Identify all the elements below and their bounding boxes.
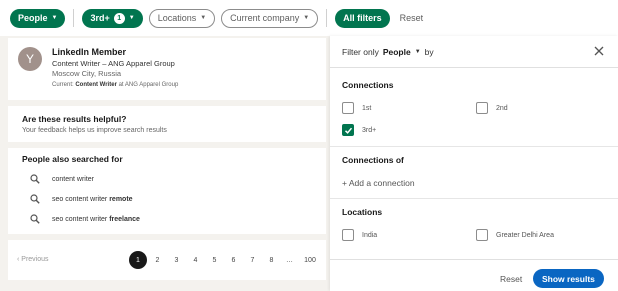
related-search-prefix: seo content writer: [52, 195, 110, 203]
location-option-india[interactable]: India: [342, 229, 377, 241]
connections-filter-pill[interactable]: 3rd+ 1 ▼: [82, 8, 143, 28]
connections-section-title: Connections: [342, 80, 394, 90]
people-also-searched-card: People also searched for content writer …: [8, 148, 326, 234]
checkbox-label: Greater Delhi Area: [496, 231, 554, 239]
page-number[interactable]: 6: [224, 251, 243, 269]
feedback-card: Are these results helpful? Your feedback…: [8, 106, 326, 142]
checkbox-label: 2nd: [496, 104, 508, 112]
filter-only-row: Filter only People ▼ by: [342, 47, 434, 57]
member-location: Moscow City, Russia: [52, 69, 122, 78]
page-number[interactable]: 5: [205, 251, 224, 269]
locations-section-title: Locations: [342, 207, 383, 217]
location-option-greater-delhi[interactable]: Greater Delhi Area: [476, 229, 554, 241]
pagination: ‹ Previous 1 2 3 4 5 6 7 8 … 100: [8, 240, 326, 280]
previous-label: Previous: [21, 256, 49, 263]
filter-type-select[interactable]: People: [383, 47, 411, 57]
connection-option-2nd[interactable]: 2nd: [476, 102, 508, 114]
people-filter-label: People: [18, 13, 48, 23]
current-suffix: at ANG Apparel Group: [116, 82, 179, 88]
show-results-button[interactable]: Show results: [533, 269, 604, 288]
search-icon: [30, 214, 40, 224]
checkbox[interactable]: [342, 102, 354, 114]
current-role: Content Writer: [75, 82, 117, 88]
related-search-text: seo content writer freelance: [52, 216, 140, 223]
filter-by-label: by: [424, 47, 434, 57]
filter-divider: [73, 9, 75, 27]
current-company-filter-pill[interactable]: Current company ▼: [221, 8, 319, 28]
locations-filter-pill[interactable]: Locations ▼: [148, 8, 216, 28]
all-filters-panel: Filter only People ▼ by Connections 1st …: [330, 36, 618, 291]
feedback-subtitle: Your feedback helps us improve search re…: [22, 127, 167, 134]
page-number-current[interactable]: 1: [129, 251, 147, 269]
checkbox[interactable]: [476, 229, 488, 241]
search-filter-bar: People ▼ 3rd+ 1 ▼ Locations ▼ Current co…: [0, 0, 618, 36]
connection-option-3rd[interactable]: 3rd+: [342, 124, 376, 136]
reset-button[interactable]: Reset: [500, 274, 522, 284]
checkbox-label: India: [362, 231, 378, 239]
related-search-text: seo content writer remote: [52, 196, 133, 203]
section-divider: [330, 198, 618, 199]
related-search-bold: remote: [109, 195, 133, 203]
checkbox[interactable]: [342, 229, 354, 241]
caret-down-icon: ▼: [200, 15, 207, 21]
add-connection-button[interactable]: + Add a connection: [342, 178, 415, 188]
page-number[interactable]: 8: [262, 251, 281, 269]
page-number[interactable]: 3: [167, 251, 186, 269]
member-current-position: Current: Content Writer at ANG Apparel G…: [52, 82, 178, 88]
member-name[interactable]: LinkedIn Member: [52, 47, 126, 57]
checkmark-icon: [344, 127, 352, 134]
page-number[interactable]: 2: [148, 251, 167, 269]
related-search-prefix: content writer: [52, 175, 95, 183]
related-search-item[interactable]: seo content writer freelance: [30, 214, 140, 224]
reset-filters-button[interactable]: Reset: [396, 13, 428, 23]
close-icon[interactable]: [592, 44, 606, 58]
previous-page-button[interactable]: ‹ Previous: [17, 256, 49, 263]
connections-filter-label: 3rd+: [90, 13, 110, 23]
page-number-last[interactable]: 100: [298, 251, 322, 269]
filter-only-label: Filter only: [342, 47, 379, 57]
search-icon: [30, 194, 40, 204]
related-search-item[interactable]: seo content writer remote: [30, 194, 133, 204]
caret-down-icon[interactable]: ▼: [415, 49, 421, 55]
connections-of-section-title: Connections of: [342, 155, 404, 165]
related-search-text: content writer: [52, 176, 94, 183]
related-search-bold: freelance: [109, 215, 140, 223]
page-numbers: 1 2 3 4 5 6 7 8 … 100: [129, 251, 322, 269]
people-filter-pill[interactable]: People ▼: [10, 8, 66, 28]
all-filters-button[interactable]: All filters: [335, 8, 390, 28]
caret-down-icon: ▼: [303, 15, 310, 21]
member-headline: Content Writer – ANG Apparel Group: [52, 59, 175, 68]
connections-count-badge: 1: [113, 12, 125, 24]
checkbox-label: 1st: [362, 104, 372, 112]
checkbox[interactable]: [476, 102, 488, 114]
current-prefix: Current:: [52, 82, 76, 88]
filter-divider: [326, 9, 328, 27]
people-also-searched-title: People also searched for: [22, 154, 123, 164]
page-number[interactable]: 7: [243, 251, 262, 269]
current-company-filter-label: Current company: [230, 13, 300, 23]
search-icon: [30, 174, 40, 184]
caret-down-icon: ▼: [51, 15, 58, 21]
search-result-card: Y LinkedIn Member Content Writer – ANG A…: [8, 38, 326, 100]
feedback-title: Are these results helpful?: [22, 114, 127, 124]
related-search-prefix: seo content writer: [52, 215, 110, 223]
checkbox-label: 3rd+: [362, 126, 377, 134]
checkbox-checked[interactable]: [342, 124, 354, 136]
caret-down-icon: ▼: [128, 15, 135, 21]
section-divider: [330, 146, 618, 147]
avatar[interactable]: Y: [18, 47, 42, 71]
panel-header: Filter only People ▼ by: [330, 36, 618, 68]
panel-footer: Reset Show results: [330, 259, 618, 291]
related-search-item[interactable]: content writer: [30, 174, 94, 184]
all-filters-label: All filters: [343, 13, 382, 23]
locations-filter-label: Locations: [157, 13, 197, 23]
page-ellipsis: …: [286, 256, 293, 264]
connection-option-1st[interactable]: 1st: [342, 102, 371, 114]
page-number[interactable]: 4: [186, 251, 205, 269]
